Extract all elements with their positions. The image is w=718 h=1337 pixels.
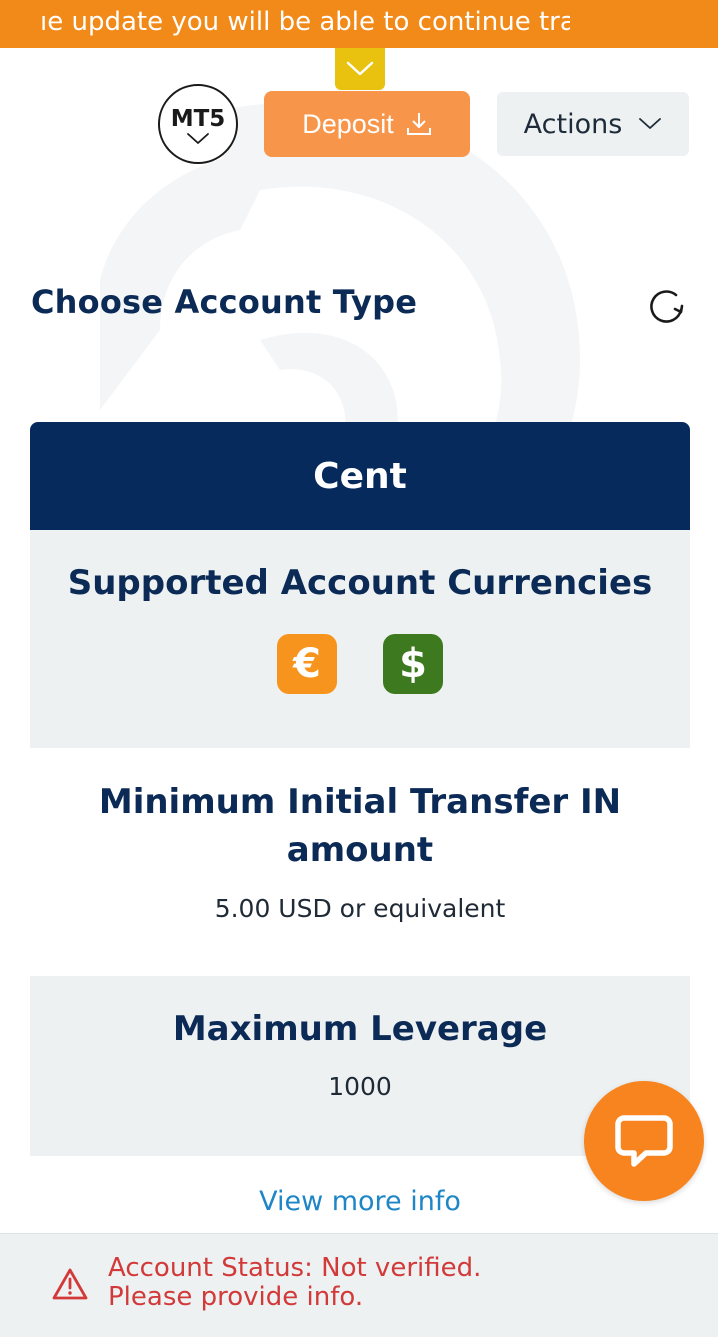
warning-icon [52, 1268, 88, 1300]
chevron-down-icon [639, 118, 662, 129]
account-status-bar: Account Status: Not verified. Please pro… [0, 1233, 718, 1337]
dollar-icon: $ [383, 634, 443, 694]
euro-icon: € [277, 634, 337, 694]
chevron-down-icon [346, 61, 374, 76]
platform-label: MT5 [170, 106, 226, 132]
download-icon [406, 113, 431, 135]
actions-label: Actions [523, 108, 623, 140]
page-title: Choose Account Type [31, 283, 418, 321]
account-status-text: Account Status: Not verified. Please pro… [108, 1254, 481, 1312]
currencies-section: Supported Account Currencies € $ [30, 530, 690, 748]
refresh-icon [650, 290, 684, 323]
account-type-name: Cent [30, 422, 690, 530]
currency-list: € $ [30, 634, 690, 694]
currencies-heading: Supported Account Currencies [67, 563, 653, 603]
account-status-line: Account Status: Not verified. [108, 1253, 482, 1283]
leverage-heading: Maximum Leverage [172, 1009, 548, 1049]
min-transfer-heading: Minimum Initial Transfer IN amount [98, 782, 622, 870]
leverage-value: 1000 [328, 1072, 392, 1101]
deposit-button-label: Deposit [302, 108, 394, 139]
view-more-info-link[interactable]: View more info [259, 1186, 461, 1217]
update-notice-text: ıe update you will be able to continue t… [40, 7, 570, 37]
account-status-instruction: Please provide info. [108, 1282, 364, 1312]
update-notice-banner: ıe update you will be able to continue t… [0, 0, 718, 48]
refresh-button[interactable] [644, 283, 690, 329]
chat-bubble-icon [615, 1115, 673, 1167]
actions-dropdown[interactable]: Actions [497, 92, 689, 156]
deposit-button[interactable]: Deposit [264, 91, 470, 157]
platform-selector[interactable]: MT5 [158, 84, 238, 164]
min-transfer-value: 5.00 USD or equivalent [214, 894, 506, 923]
chevron-down-icon [187, 133, 209, 144]
banner-collapse-toggle[interactable] [335, 48, 385, 90]
min-transfer-section: Minimum Initial Transfer IN amount 5.00 … [30, 748, 690, 976]
live-chat-button[interactable] [584, 1081, 704, 1201]
